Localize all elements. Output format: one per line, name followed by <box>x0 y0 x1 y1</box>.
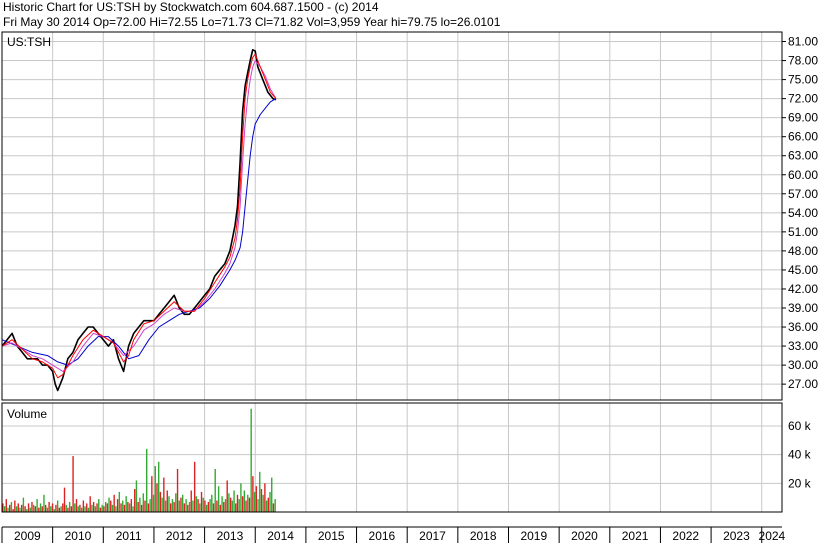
year-label: 2020 <box>571 529 598 543</box>
price-axis-labels: 81.00 78.00 75.00 72.00 69.00 66.00 63.00 60.00… <box>782 35 818 391</box>
price-tick-label: 72.00 <box>788 92 818 106</box>
year-label: 2022 <box>672 529 699 543</box>
year-label: 2021 <box>622 529 649 543</box>
price-tick-label: 27.00 <box>788 377 818 391</box>
price-tick-label: 54.00 <box>788 206 818 220</box>
year-label: 2009 <box>14 529 41 543</box>
volume-bars <box>2 408 276 512</box>
price-tick-label: 75.00 <box>788 73 818 87</box>
price-tick-label: 39.00 <box>788 301 818 315</box>
price-tick-label: 60.00 <box>788 168 818 182</box>
price-tick-label: 30.00 <box>788 358 818 372</box>
year-label: 2018 <box>470 529 497 543</box>
price-tick-label: 45.00 <box>788 263 818 277</box>
series-ma-short-line <box>1 53 277 379</box>
price-tick-label: 42.00 <box>788 282 818 296</box>
price-tick-label: 81.00 <box>788 35 818 49</box>
price-panel-frame <box>1 31 783 401</box>
price-tick-label: 48.00 <box>788 244 818 258</box>
year-label: 2015 <box>318 529 345 543</box>
price-tick-label: 36.00 <box>788 320 818 334</box>
volume-tick-label: 40 k <box>788 448 812 462</box>
volume-tick-label: 60 k <box>788 419 812 433</box>
price-grid <box>2 32 782 400</box>
price-tick-label: 69.00 <box>788 111 818 125</box>
stock-chart: 81.00 78.00 75.00 72.00 69.00 66.00 63.00 60.00… <box>1 31 818 543</box>
series-price-line <box>1 48 277 392</box>
year-label: 2014 <box>267 529 294 543</box>
year-label: 2016 <box>369 529 396 543</box>
year-label: 2024 <box>759 529 786 543</box>
year-label: 2019 <box>520 529 547 543</box>
year-label: 2011 <box>116 529 142 543</box>
series-ma-medium-line <box>1 60 277 372</box>
price-tick-label: 57.00 <box>788 187 818 201</box>
price-panel-title: US:TSH <box>7 35 51 49</box>
year-label: 2017 <box>419 529 446 543</box>
year-label: 2013 <box>217 529 244 543</box>
price-tick-label: 63.00 <box>788 149 818 163</box>
price-tick-label: 66.00 <box>788 130 818 144</box>
date-axis-labels: 2009 2010 2011 2012 2013 2014 2015 2016 2017 2018… <box>1 527 786 543</box>
price-tick-label: 78.00 <box>788 54 818 68</box>
price-series <box>1 48 277 392</box>
year-label: 2023 <box>723 529 750 543</box>
volume-axis-labels: 60 k 40 k 20 k <box>788 419 812 490</box>
price-tick-label: 51.00 <box>788 225 818 239</box>
price-tick-label: 33.00 <box>788 339 818 353</box>
volume-panel-title: Volume <box>7 407 47 421</box>
volume-tick-label: 20 k <box>788 476 812 490</box>
year-label: 2010 <box>65 529 92 543</box>
year-label: 2012 <box>166 529 193 543</box>
